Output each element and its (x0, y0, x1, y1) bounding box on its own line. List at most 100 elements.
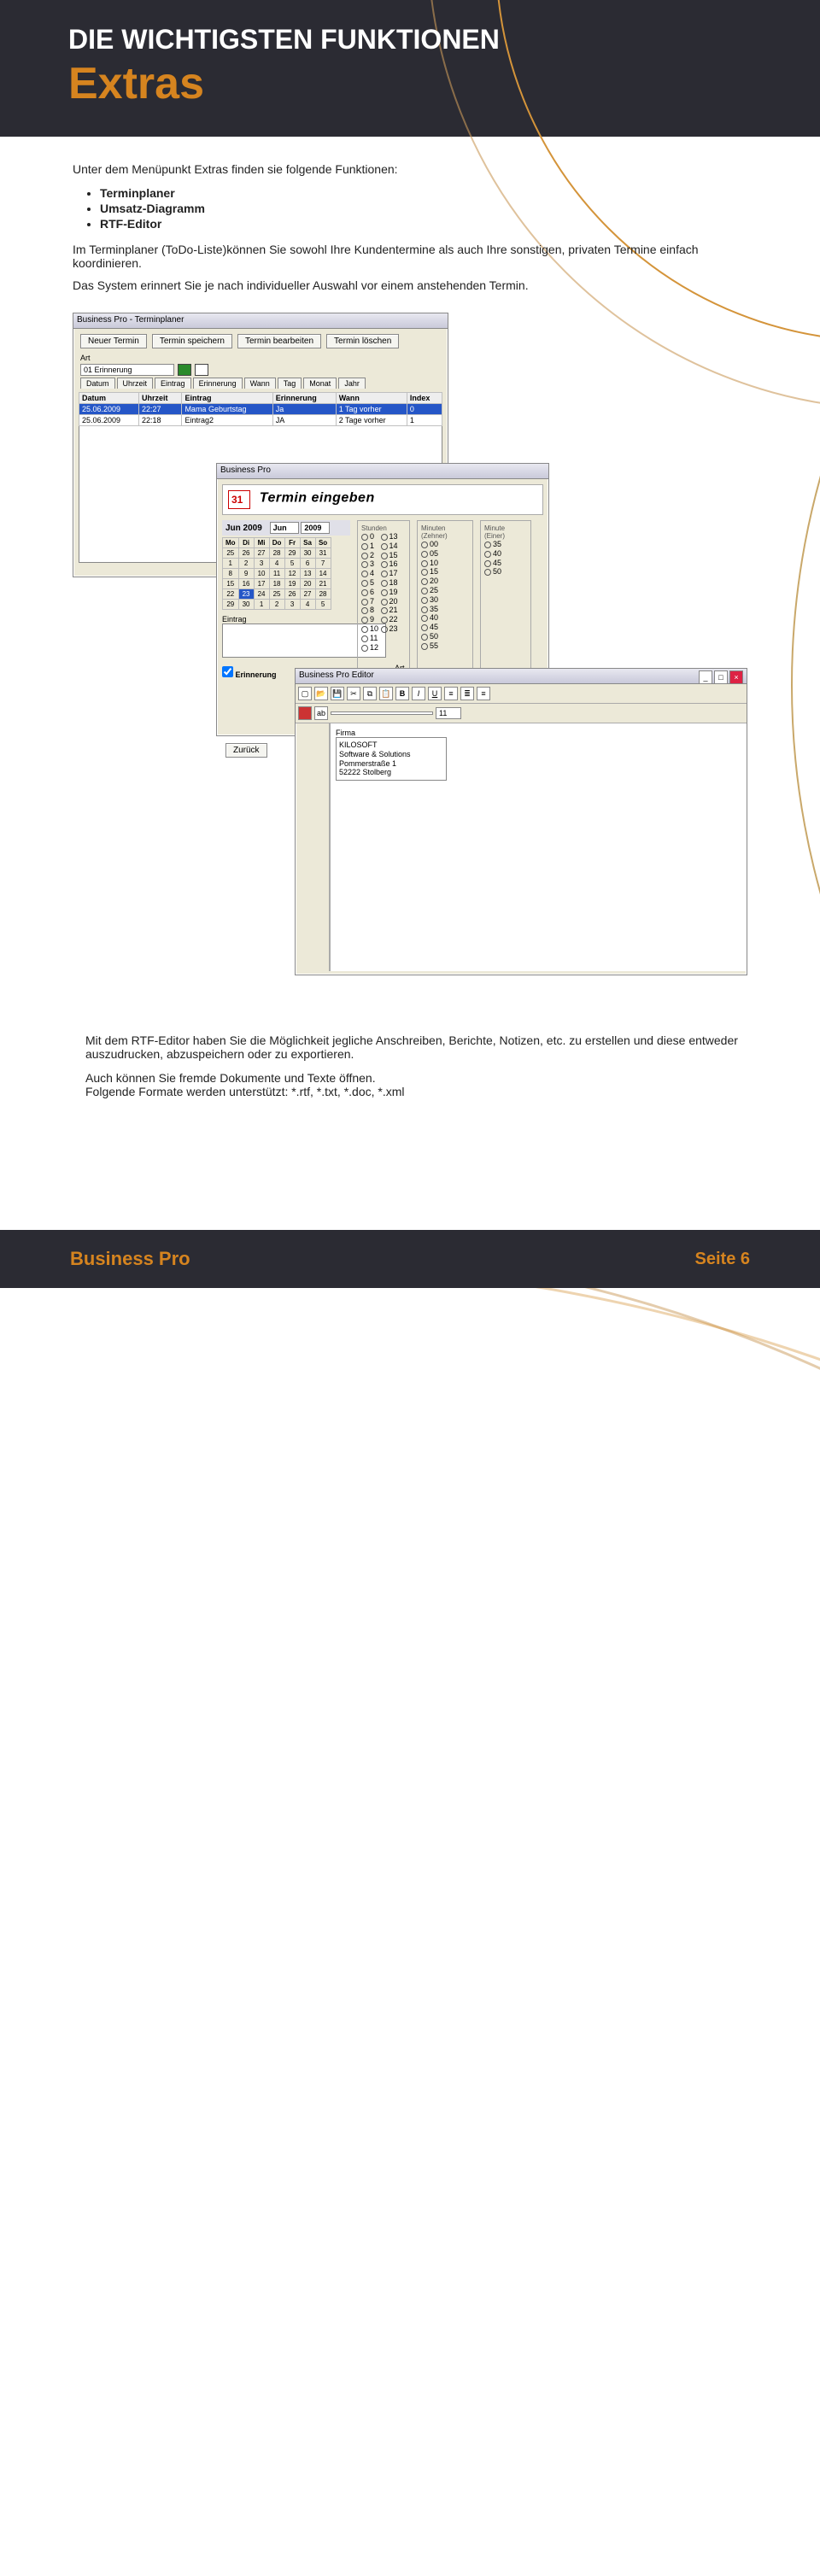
color-red-icon[interactable] (298, 706, 312, 720)
radio-option[interactable]: 00 (421, 540, 469, 549)
radio-option[interactable]: 16 (381, 559, 398, 569)
calendar-day[interactable]: 22 (223, 589, 239, 600)
calendar-day[interactable]: 13 (300, 569, 315, 579)
back-button[interactable]: Zurück (226, 743, 267, 758)
calendar-day[interactable]: 27 (300, 589, 315, 600)
radio-option[interactable]: 35 (421, 605, 469, 614)
color-picker-icon[interactable]: ab (314, 706, 328, 720)
radio-option[interactable]: 4 (361, 569, 378, 578)
radio-option[interactable]: 18 (381, 578, 398, 588)
radio-option[interactable]: 11 (361, 634, 378, 643)
radio-option[interactable]: 35 (484, 540, 527, 549)
tab[interactable]: Uhrzeit (117, 378, 154, 389)
erinnerung-checkbox[interactable] (222, 666, 233, 677)
open-icon[interactable]: 📂 (314, 687, 328, 700)
calendar-day[interactable]: 5 (315, 600, 331, 610)
radio-option[interactable]: 19 (381, 588, 398, 597)
maximize-icon[interactable]: □ (714, 670, 728, 684)
column-header[interactable]: Wann (336, 393, 407, 404)
calendar-day[interactable]: 16 (238, 579, 254, 589)
calendar-day[interactable]: 20 (300, 579, 315, 589)
mini-calendar[interactable]: MoDiMiDoFrSaSo25262728293031123456789101… (222, 537, 331, 610)
confirm-icon[interactable] (178, 364, 191, 376)
radio-option[interactable]: 23 (381, 624, 398, 634)
calendar-day[interactable]: 6 (300, 559, 315, 569)
calendar-day[interactable]: 5 (284, 559, 300, 569)
radio-option[interactable]: 05 (421, 549, 469, 559)
align-center-icon[interactable]: ≣ (460, 687, 474, 700)
close-icon[interactable]: × (729, 670, 743, 684)
radio-option[interactable]: 5 (361, 578, 378, 588)
new-doc-icon[interactable]: ▢ (298, 687, 312, 700)
radio-option[interactable]: 15 (381, 551, 398, 560)
calendar-day[interactable]: 18 (269, 579, 284, 589)
radio-option[interactable]: 45 (484, 559, 527, 568)
copy-icon[interactable]: ⧉ (363, 687, 377, 700)
radio-option[interactable]: 45 (421, 623, 469, 632)
calendar-day[interactable]: 4 (269, 559, 284, 569)
radio-option[interactable]: 2 (361, 551, 378, 560)
tab[interactable]: Erinnerung (193, 378, 243, 389)
calendar-day[interactable]: 14 (315, 569, 331, 579)
radio-option[interactable]: 21 (381, 606, 398, 615)
save-appointment-button[interactable]: Termin speichern (152, 334, 232, 348)
radio-option[interactable]: 55 (421, 641, 469, 651)
radio-option[interactable]: 22 (381, 615, 398, 624)
font-family-select[interactable] (331, 711, 433, 715)
calendar-day[interactable]: 2 (269, 600, 284, 610)
radio-option[interactable]: 30 (421, 595, 469, 605)
calendar-day[interactable]: 29 (223, 600, 239, 610)
calendar-day[interactable]: 28 (315, 589, 331, 600)
paste-icon[interactable]: 📋 (379, 687, 393, 700)
radio-option[interactable]: 20 (381, 597, 398, 606)
minimize-icon[interactable]: _ (699, 670, 712, 684)
tab[interactable]: Monat (303, 378, 337, 389)
underline-icon[interactable]: U (428, 687, 442, 700)
art-dropdown[interactable]: 01 Erinnerung (80, 364, 174, 376)
editor-canvas[interactable]: Firma KILOSOFTSoftware & SolutionsPommer… (330, 723, 747, 971)
calendar-day[interactable]: 19 (284, 579, 300, 589)
calendar-day[interactable]: 27 (254, 548, 269, 559)
table-row[interactable]: 25.06.200922:18Eintrag2JA2 Tage vorher1 (79, 415, 442, 426)
calendar-day[interactable]: 23 (238, 589, 254, 600)
column-header[interactable]: Index (407, 393, 442, 404)
calendar-day[interactable]: 1 (254, 600, 269, 610)
radio-option[interactable]: 7 (361, 597, 378, 606)
column-header[interactable]: Datum (79, 393, 139, 404)
tab[interactable]: Tag (278, 378, 302, 389)
column-header[interactable]: Eintrag (182, 393, 272, 404)
calendar-day[interactable]: 21 (315, 579, 331, 589)
radio-option[interactable]: 15 (421, 567, 469, 577)
calendar-day[interactable]: 17 (254, 579, 269, 589)
calendar-day[interactable]: 12 (284, 569, 300, 579)
radio-option[interactable]: 40 (421, 613, 469, 623)
font-size-select[interactable]: 11 (436, 707, 461, 719)
calendar-day[interactable]: 24 (254, 589, 269, 600)
radio-option[interactable]: 50 (484, 567, 527, 577)
edit-appointment-button[interactable]: Termin bearbeiten (237, 334, 321, 348)
radio-option[interactable]: 25 (421, 586, 469, 595)
month-dropdown[interactable]: Jun (270, 522, 299, 534)
radio-option[interactable]: 3 (361, 559, 378, 569)
calendar-day[interactable]: 2 (238, 559, 254, 569)
year-dropdown[interactable]: 2009 (301, 522, 330, 534)
calendar-day[interactable]: 3 (284, 600, 300, 610)
calendar-day[interactable]: 31 (315, 548, 331, 559)
delete-appointment-button[interactable]: Termin löschen (326, 334, 399, 348)
clear-icon[interactable] (195, 364, 208, 376)
radio-option[interactable]: 8 (361, 606, 378, 615)
calendar-day[interactable]: 25 (269, 589, 284, 600)
firma-address-box[interactable]: KILOSOFTSoftware & SolutionsPommerstraße… (336, 737, 447, 781)
radio-option[interactable]: 20 (421, 577, 469, 586)
calendar-day[interactable]: 29 (284, 548, 300, 559)
radio-option[interactable]: 14 (381, 542, 398, 551)
radio-option[interactable]: 17 (381, 569, 398, 578)
column-header[interactable]: Erinnerung (272, 393, 336, 404)
calendar-day[interactable]: 9 (238, 569, 254, 579)
tab[interactable]: Jahr (338, 378, 366, 389)
radio-option[interactable]: 9 (361, 615, 378, 624)
radio-option[interactable]: 10 (421, 559, 469, 568)
calendar-day[interactable]: 26 (284, 589, 300, 600)
calendar-day[interactable]: 28 (269, 548, 284, 559)
table-row[interactable]: 25.06.200922:27Mama GeburtstagJa1 Tag vo… (79, 404, 442, 415)
